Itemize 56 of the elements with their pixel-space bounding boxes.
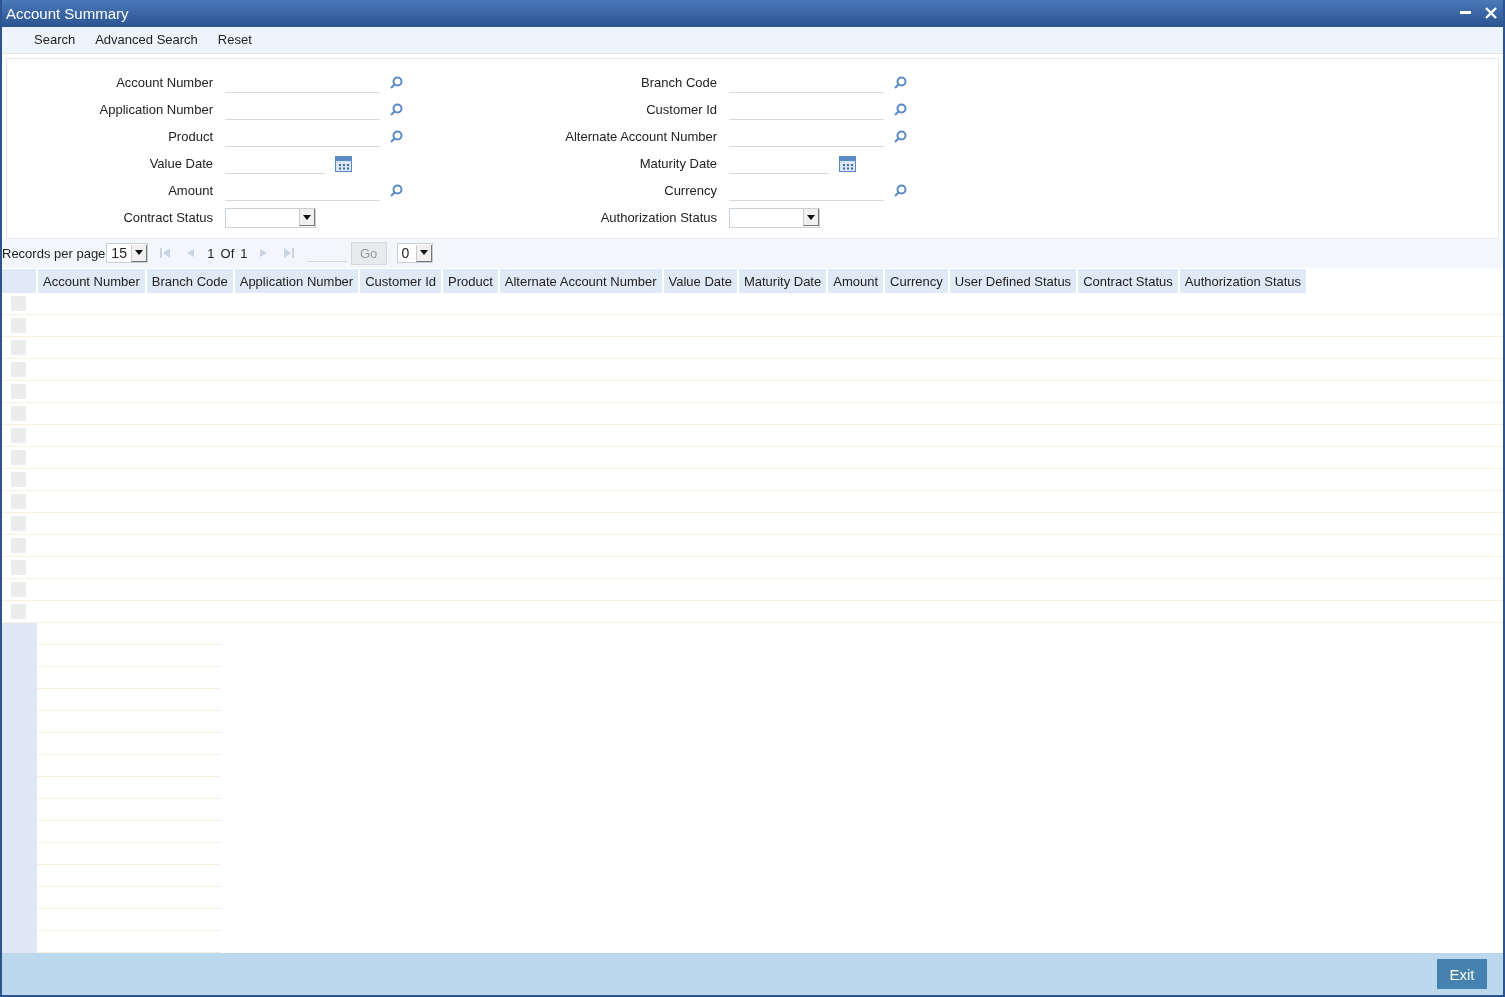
exit-button[interactable]: Exit: [1437, 959, 1487, 990]
column-header[interactable]: Branch Code: [146, 269, 235, 294]
dropdown[interactable]: [225, 207, 316, 228]
field-label: Amount: [167, 183, 213, 199]
toolbar-button[interactable]: Advanced Search: [85, 26, 208, 53]
page-number: 1: [207, 245, 215, 261]
column-header[interactable]: Alternate Account Number: [499, 269, 664, 294]
caret-icon: [807, 214, 815, 220]
field-label: Currency: [663, 183, 717, 199]
first-page-icon[interactable]: [160, 248, 171, 259]
column-header[interactable]: Product: [443, 269, 500, 294]
search-icon[interactable]: [390, 130, 403, 144]
last-page-icon[interactable]: [283, 248, 294, 259]
field-label: Maturity Date: [638, 156, 717, 172]
caret-icon: [135, 250, 144, 256]
column-header[interactable]: Contract Status: [1078, 269, 1180, 294]
total-pages: 1: [240, 245, 248, 261]
field-label: Value Date: [148, 156, 213, 172]
search-icon[interactable]: [894, 76, 907, 90]
column-header[interactable]: Application Number: [234, 269, 361, 294]
column-header[interactable]: Maturity Date: [738, 269, 829, 294]
column-header[interactable]: User Defined Status: [949, 269, 1079, 294]
field-label: Alternate Account Number: [564, 129, 717, 145]
search-icon[interactable]: [390, 103, 403, 117]
field-label: Account Number: [115, 75, 213, 91]
field-label: Customer Id: [645, 102, 717, 118]
column-header[interactable]: Customer Id: [360, 269, 443, 294]
toolbar-button[interactable]: Reset: [207, 26, 262, 53]
minimize-button[interactable]: [1460, 11, 1471, 16]
field-label: Branch Code: [640, 75, 717, 91]
search-icon[interactable]: [894, 184, 907, 198]
field-label: Application Number: [98, 102, 213, 118]
records-dropdown[interactable]: 15: [106, 243, 149, 264]
calendar-icon[interactable]: [335, 155, 352, 172]
column-header[interactable]: Value Date: [663, 269, 739, 294]
field-label: Contract Status: [122, 210, 213, 226]
window-title: Account Summary: [6, 4, 129, 22]
search-icon[interactable]: [390, 76, 403, 90]
calendar-icon[interactable]: [839, 155, 856, 172]
column-header[interactable]: Authorization Status: [1179, 269, 1309, 294]
page-dropdown[interactable]: 0: [396, 243, 433, 264]
search-icon[interactable]: [894, 130, 907, 144]
records-per-page-label: Records per page: [2, 245, 106, 261]
toolbar-button[interactable]: Search: [24, 26, 86, 53]
column-header[interactable]: Account Number: [38, 269, 147, 294]
search-icon[interactable]: [894, 103, 907, 117]
column-header[interactable]: Currency: [885, 269, 950, 294]
column-header[interactable]: Amount: [828, 269, 886, 294]
caret-icon: [419, 250, 428, 256]
dropdown[interactable]: [729, 207, 820, 228]
field-label: Product: [167, 129, 213, 145]
search-icon[interactable]: [390, 184, 403, 198]
of-label: Of: [220, 245, 235, 261]
field-label: Authorization Status: [599, 210, 717, 226]
close-button[interactable]: [1485, 7, 1497, 20]
caret-icon: [303, 214, 311, 220]
